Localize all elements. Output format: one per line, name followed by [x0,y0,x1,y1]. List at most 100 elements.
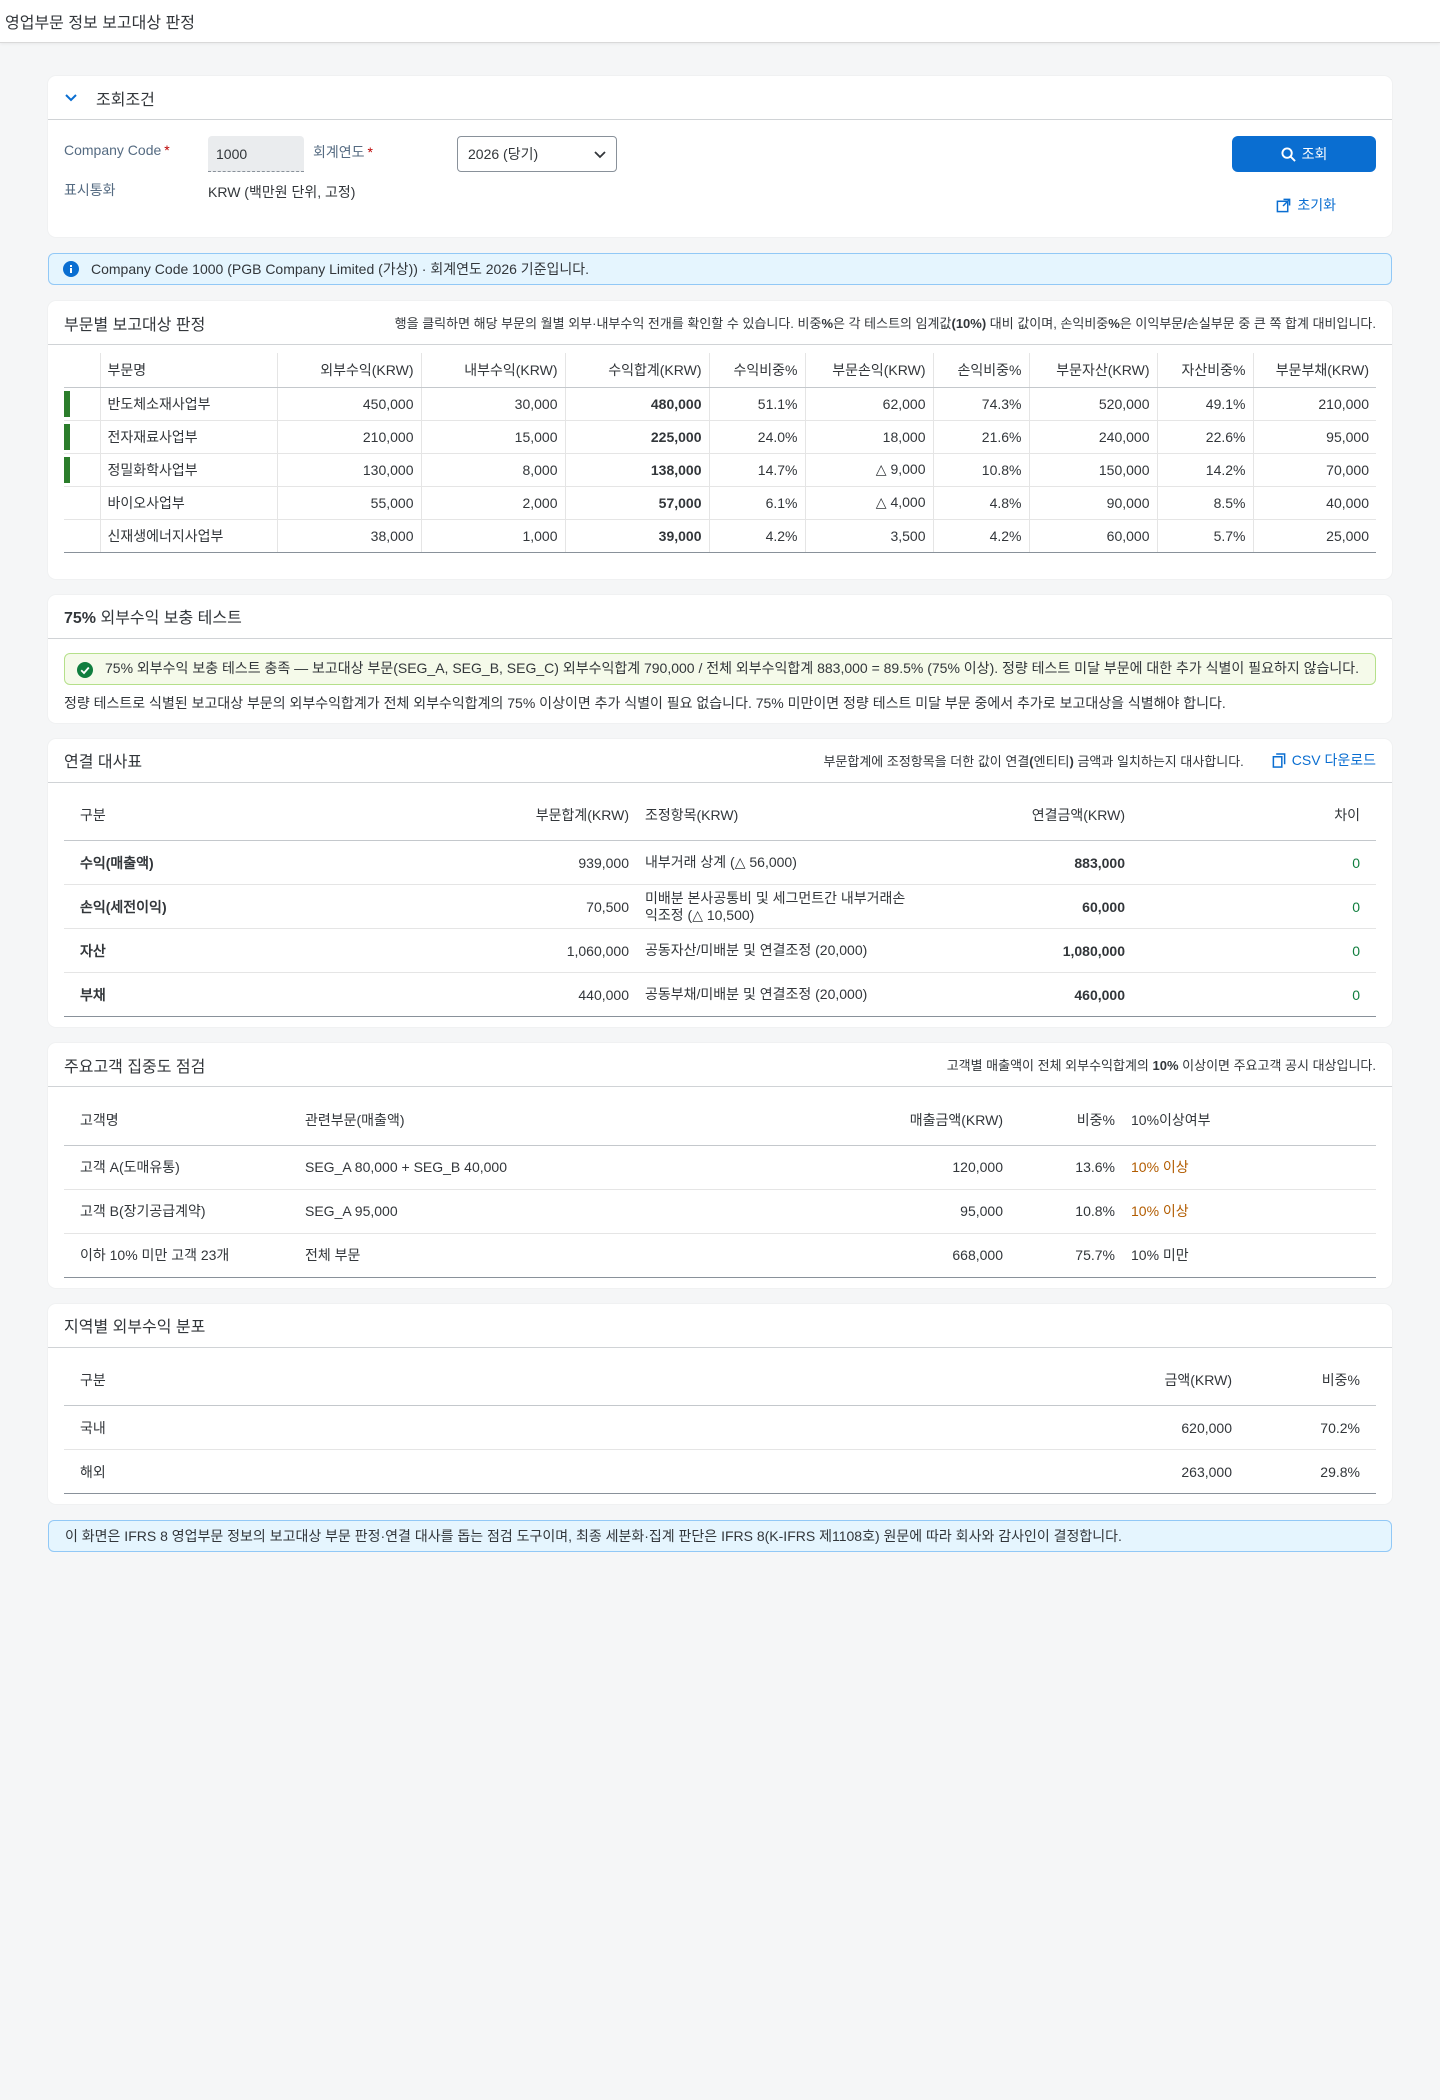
column-header[interactable]: 수익비중% [708,353,805,388]
external-revenue: 55,000 [276,486,421,520]
reset-icon [1277,198,1291,212]
adjustment: 내부거래 상계 (△ 56,000) [629,840,929,885]
column-header: 조정항목(KRW) [629,790,929,841]
segment-name: 정밀화학사업부 [99,453,277,487]
column-header: 고객명 [64,1095,289,1146]
column-header: 연결금액(KRW) [929,790,1141,841]
filter-panel-header[interactable]: 조회조건 [48,76,1392,120]
success-message-text: 75% 외부수익 보충 테스트 충족 — 보고대상 부문(SEG_A, SEG_… [105,659,1360,676]
internal-revenue: 30,000 [420,387,565,421]
fiscal-year-select[interactable]: 2026 (당기) [457,136,617,172]
segment-row[interactable]: 정밀화학사업부 130,000 8,000 138,000 14.7% △ 9,000 10… [64,453,1376,487]
region-row: 국내 620,000 70.2% [64,1405,1376,1450]
internal-revenue: 1,000 [420,519,565,553]
reportable-indicator [64,519,100,553]
column-header[interactable]: 외부수익(KRW) [276,353,421,388]
recon-row: 부채 440,000 공동부채/미배분 및 연결조정 (20,000) 460,000… [64,972,1376,1017]
column-header[interactable]: 부문자산(KRW) [1028,353,1157,388]
info-message-text: Company Code 1000 (PGB Company Limited (… [91,261,590,277]
reset-button-label: 초기화 [1297,197,1336,213]
difference: 0 [1141,928,1376,973]
column-header[interactable]: 부문명 [99,353,277,388]
column-header[interactable]: 손익비중% [932,353,1029,388]
total-revenue: 138,000 [564,453,709,487]
recon-row: 수익(매출액) 939,000 내부거래 상계 (△ 56,000) 883,000 0 [64,840,1376,885]
threshold-status: 10% 이상 [1115,1145,1376,1190]
sales-amount: 668,000 [789,1233,1019,1278]
column-header[interactable]: 수익합계(KRW) [564,353,709,388]
segment-total: 1,060,000 [304,928,629,973]
segment-liabilities: 95,000 [1252,420,1376,454]
app-title: 영업부문 정보 보고대상 판정 [5,15,195,32]
adjustment: 미배분 본사공통비 및 세그먼트간 내부거래손익조정 (△ 10,500) [629,884,929,929]
customer-row: 고객 B(장기공급계약) SEG_A 95,000 95,000 10.8% 10% 이… [64,1189,1376,1234]
segment-name: 바이오사업부 [99,486,277,520]
region-amount: 263,000 [1048,1449,1248,1494]
column-header: 구분 [64,790,304,841]
segment-profit-loss: 62,000 [804,387,933,421]
profit-loss-pct: 10.8% [932,453,1029,487]
recon-item: 수익(매출액) [64,840,304,885]
related-segments: SEG_A 95,000 [289,1189,789,1234]
customer-table: 고객명 관련부문(매출액) 매출금액(KRW) 비중% 10%이상여부 고객 A… [64,1095,1376,1278]
customer-pct: 13.6% [1019,1145,1115,1190]
customer-title: 주요고객 집중도 점검 [64,1058,206,1076]
segment-assets: 240,000 [1028,420,1157,454]
revenue-pct: 24.0% [708,420,805,454]
segment-assets: 90,000 [1028,486,1157,520]
company-code-label: Company Code * [64,142,170,158]
search-button-label: 조회 [1301,146,1328,162]
region-pct: 70.2% [1248,1405,1376,1450]
column-header[interactable]: 부문부채(KRW) [1252,353,1376,388]
region-panel-header: 지역별 외부수익 분포 [48,1304,1392,1348]
external-revenue: 38,000 [276,519,421,553]
csv-download-button[interactable]: CSV 다운로드 [1272,750,1376,770]
column-header[interactable]: 내부수익(KRW) [420,353,565,388]
assets-pct: 22.6% [1156,420,1253,454]
company-code-input[interactable]: 1000 [208,136,304,172]
region-table: 구분 금액(KRW) 비중% 국내 620,000 70.2% 해외 263,000 29… [64,1355,1376,1494]
segment-description: 행을 클릭하면 해당 부문의 월별 외부·내부수익 전개를 확인할 수 있습니다… [394,316,1376,331]
customer-table-header: 고객명 관련부문(매출액) 매출금액(KRW) 비중% 10%이상여부 [64,1095,1376,1146]
consolidated-amount: 883,000 [929,840,1141,885]
fiscal-year-value: 2026 (당기) [468,146,539,162]
related-segments: SEG_A 80,000 + SEG_B 40,000 [289,1145,789,1190]
customer-row: 이하 10% 미만 고객 23개 전체 부문 668,000 75.7% 10% 미만 [64,1233,1376,1278]
column-header[interactable]: 부문손익(KRW) [804,353,933,388]
customer-name: 고객 A(도매유통) [64,1145,289,1190]
segment-row[interactable]: 반도체소재사업부 450,000 30,000 480,000 51.1% 62,000 7… [64,387,1376,421]
customer-pct: 10.8% [1019,1189,1115,1234]
reset-button[interactable]: 초기화 [1276,192,1336,218]
total-revenue: 225,000 [564,420,709,454]
recon-row: 자산 1,060,000 공동자산/미배분 및 연결조정 (20,000) 1,080… [64,928,1376,973]
column-header[interactable]: 자산비중% [1156,353,1253,388]
footer-note: 이 화면은 IFRS 8 영업부문 정보의 보고대상 부문 판정·연결 대사를 … [48,1520,1392,1552]
internal-revenue: 2,000 [420,486,565,520]
segment-liabilities: 210,000 [1252,387,1376,421]
reportable-indicator [64,387,100,421]
region-pct: 29.8% [1248,1449,1376,1494]
customer-name: 고객 B(장기공급계약) [64,1189,289,1234]
total-revenue: 480,000 [564,387,709,421]
recon-title: 연결 대사표 [64,754,143,771]
segment-title: 부문별 보고대상 판정 [64,316,206,334]
column-header: 관련부문(매출액) [289,1095,789,1146]
recon-panel: 연결 대사표 부문합계에 조정항목을 더한 값이 연결(엔티티) 금액과 일치하… [48,738,1392,1027]
reportable-indicator-bar [64,423,70,450]
segment-row[interactable]: 신재생에너지사업부 38,000 1,000 39,000 4.2% 3,500 4.2% 6… [64,519,1376,553]
reportable-indicator [64,453,100,487]
segment-total: 939,000 [304,840,629,885]
difference: 0 [1141,972,1376,1017]
chevron-down-icon[interactable] [64,91,78,105]
consolidated-amount: 60,000 [929,884,1141,929]
reportable-indicator [64,486,100,520]
segment-row[interactable]: 바이오사업부 55,000 2,000 57,000 6.1% △ 4,000 4.8% 90… [64,486,1376,520]
segment-panel-header: 부문별 보고대상 판정 행을 클릭하면 해당 부문의 월별 외부·내부수익 전개… [48,301,1392,345]
customer-description: 고객별 매출액이 전체 외부수익합계의 10% 이상이면 주요고객 공시 대상입… [946,1058,1376,1073]
search-button[interactable]: 조회 [1232,136,1376,172]
customer-name: 이하 10% 미만 고객 23개 [64,1233,289,1278]
info-icon [63,261,79,277]
region-panel: 지역별 외부수익 분포 구분 금액(KRW) 비중% 국내 620,000 70.2… [48,1303,1392,1504]
segment-row[interactable]: 전자재료사업부 210,000 15,000 225,000 24.0% 18,000 21… [64,420,1376,454]
segment-table: 부문명 외부수익(KRW) 내부수익(KRW) 수익합계(KRW) 수익비중% … [64,353,1376,553]
